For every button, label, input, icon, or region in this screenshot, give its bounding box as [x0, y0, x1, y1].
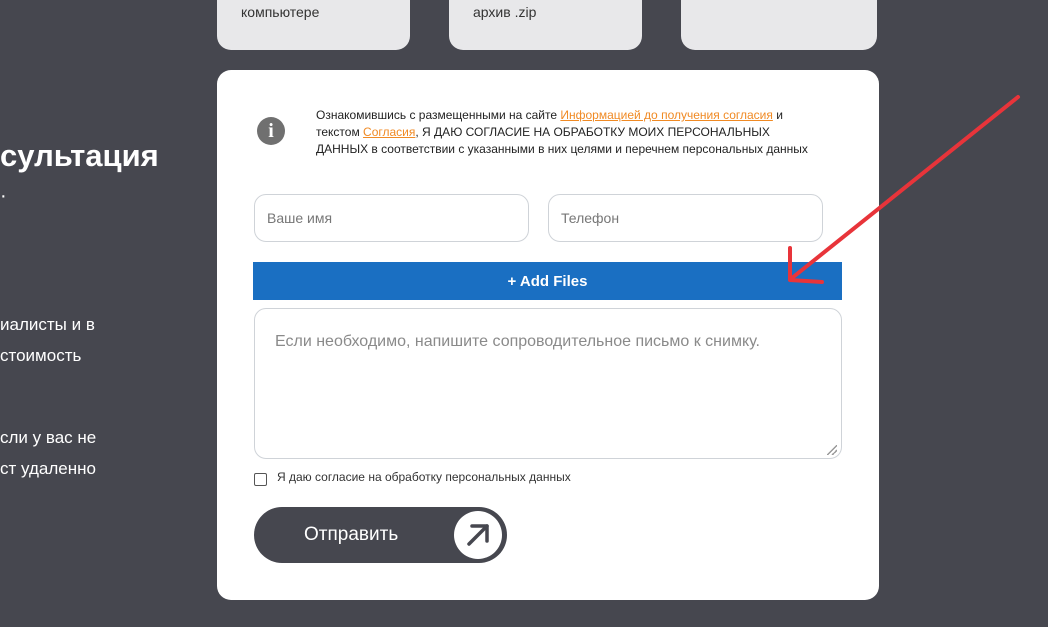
description-line: ст удаленно: [0, 459, 96, 478]
info-card-text: архив .zip: [473, 4, 537, 20]
info-card-2: архив .zip: [449, 0, 642, 50]
name-input[interactable]: [254, 194, 529, 242]
info-icon: i: [257, 117, 285, 145]
info-card-1: компьютере: [217, 0, 410, 50]
resize-handle-icon[interactable]: [827, 445, 837, 455]
consent-text: Ознакомившись с размещенными на сайте: [316, 108, 561, 122]
info-card-text: компьютере: [241, 4, 320, 20]
consent-link[interactable]: Согласия: [363, 125, 415, 139]
phone-input[interactable]: [548, 194, 823, 242]
cover-letter-textarea[interactable]: [254, 308, 842, 459]
request-form: i Ознакомившись с размещенными на сайте …: [217, 70, 879, 600]
info-before-consent-link[interactable]: Информацией до получения согласия: [560, 108, 773, 122]
consent-checkbox[interactable]: [254, 473, 267, 486]
section-heading: сультация: [0, 138, 159, 173]
description-line: иалисты и в: [0, 315, 95, 334]
description-line: сли у вас не: [0, 428, 97, 447]
consent-checkbox-label[interactable]: Я даю согласие на обработку персональных…: [277, 470, 571, 484]
info-card-3: [681, 0, 877, 50]
description-line: стоимость: [0, 346, 82, 365]
heading-dot: ·: [0, 185, 7, 207]
arrow-up-right-icon: [454, 511, 502, 559]
submit-label: Отправить: [304, 524, 399, 545]
submit-button[interactable]: Отправить: [254, 507, 507, 563]
add-files-button[interactable]: + Add Files: [253, 262, 842, 300]
consent-notice: Ознакомившись с размещенными на сайте Ин…: [316, 107, 821, 158]
